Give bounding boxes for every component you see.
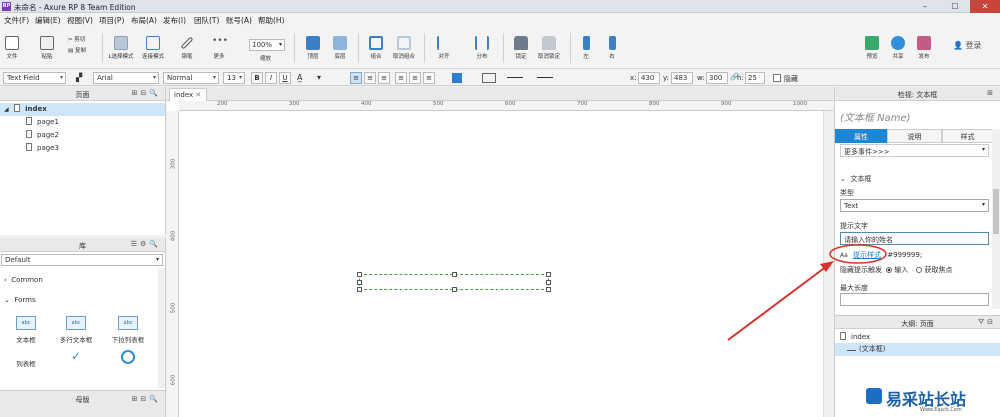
watermark-logo-icon — [866, 388, 882, 404]
annotation-ellipse — [829, 244, 887, 264]
annotation-arrow-line — [727, 265, 828, 341]
watermark-sub: Www.Easck.Com — [920, 407, 962, 413]
annotation-overlay — [727, 244, 887, 341]
watermark: 易采站长站 Www.Easck.Com — [860, 385, 1000, 417]
